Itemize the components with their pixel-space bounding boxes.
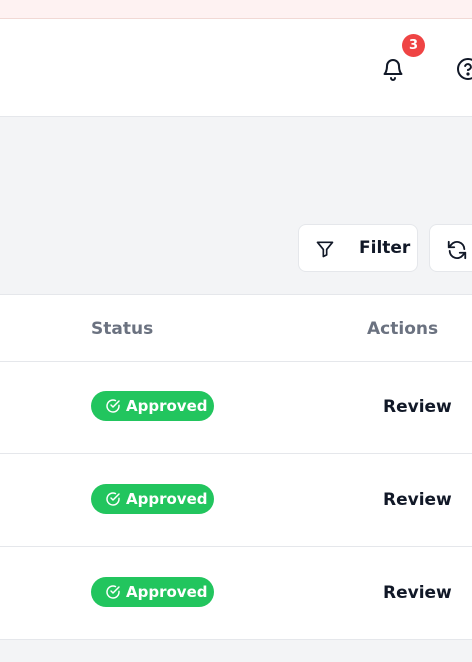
table-row: Approved Review xyxy=(0,361,472,454)
status-badge: Approved xyxy=(91,577,214,607)
filter-button[interactable]: Filter xyxy=(298,224,418,272)
table-row: Approved Review xyxy=(0,547,472,639)
check-circle-icon xyxy=(106,399,120,413)
refresh-icon xyxy=(447,240,467,260)
column-header-actions: Actions xyxy=(367,319,439,339)
top-banner-strip xyxy=(0,0,472,19)
filter-button-label: Filter xyxy=(359,238,411,258)
status-badge-label: Approved xyxy=(126,583,208,601)
help-circle-icon[interactable] xyxy=(456,57,472,81)
status-badge-label: Approved xyxy=(126,490,208,508)
refresh-button[interactable] xyxy=(429,224,472,272)
review-button[interactable]: Review xyxy=(383,397,452,417)
check-circle-icon xyxy=(106,492,120,506)
status-badge-label: Approved xyxy=(126,397,208,415)
table-row: Approved Review xyxy=(0,454,472,547)
filter-icon xyxy=(316,241,334,258)
review-button[interactable]: Review xyxy=(383,583,452,603)
bell-icon[interactable] xyxy=(381,56,405,82)
review-button[interactable]: Review xyxy=(383,490,452,510)
check-circle-icon xyxy=(106,585,120,599)
data-table: Status Actions Approved Review Approved … xyxy=(0,294,472,640)
table-header: Status Actions xyxy=(0,295,472,362)
notification-badge: 3 xyxy=(402,34,425,57)
status-badge: Approved xyxy=(91,484,214,514)
status-badge: Approved xyxy=(91,391,214,421)
column-header-status[interactable]: Status xyxy=(91,319,153,339)
